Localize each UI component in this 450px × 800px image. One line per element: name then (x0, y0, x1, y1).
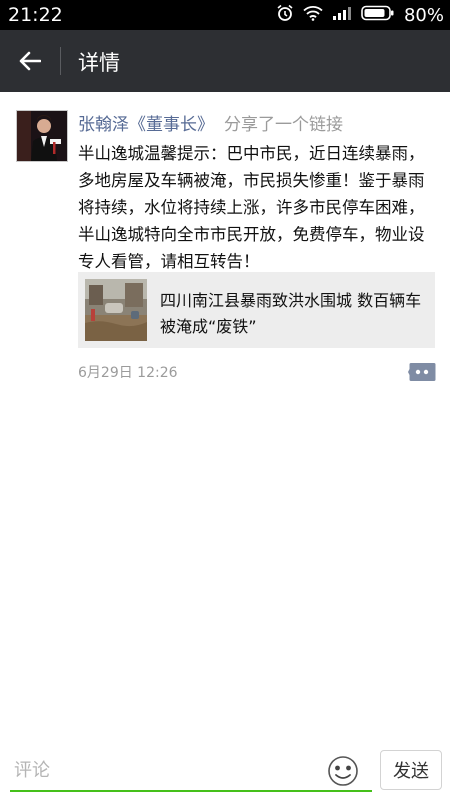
app-bar: 详情 (0, 30, 450, 92)
header-divider (60, 47, 61, 75)
send-button[interactable]: 发送 (380, 750, 442, 790)
link-thumbnail (85, 279, 147, 341)
battery-icon (361, 5, 395, 25)
comment-button[interactable] (408, 362, 436, 382)
back-button[interactable] (10, 41, 50, 81)
link-card[interactable]: 四川南江县暴雨致洪水围城 数百辆车被淹成“废铁” (78, 272, 435, 348)
status-bar: 21:22 80% (0, 0, 450, 30)
link-title: 四川南江县暴雨致洪水围城 数百辆车被淹成“废铁” (160, 291, 422, 336)
comment-bar: 发送 (0, 738, 450, 800)
alarm-icon (276, 4, 294, 26)
comment-icon (408, 363, 436, 381)
battery-percent: 80% (403, 4, 444, 26)
status-time: 21:22 (8, 4, 63, 26)
input-underline (10, 790, 372, 792)
post-text: 半山逸城温馨提示：巴中市民，近日连续暴雨，多地房屋及车辆被淹，市民损失惨重！鉴于… (78, 144, 425, 271)
emoji-button[interactable] (326, 754, 360, 788)
back-arrow-icon (19, 51, 41, 71)
share-action-text: 分享了一个链接 (224, 115, 343, 135)
page-title: 详情 (78, 51, 120, 75)
wifi-icon (303, 5, 323, 25)
avatar[interactable] (16, 110, 68, 162)
emoji-icon (328, 756, 358, 786)
author-name[interactable]: 张翰泽《董事长》 (78, 115, 214, 135)
status-icons: 80% (276, 4, 444, 26)
author-line: 张翰泽《董事长》 分享了一个链接 (78, 110, 343, 135)
comment-input[interactable] (12, 752, 316, 788)
post-timestamp: 6月29日 12:26 (78, 365, 178, 381)
signal-icon (332, 5, 352, 25)
